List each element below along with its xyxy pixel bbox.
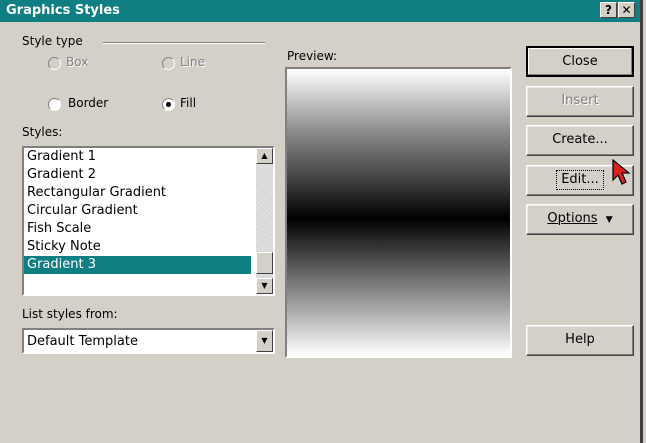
combo-arrow-icon[interactable]: ▼ [256,330,273,352]
help-button[interactable]: Help [526,325,634,356]
styles-label: Styles: [22,125,63,139]
list-item[interactable]: Rectangular Gradient [24,184,251,202]
radio-box-circle[interactable] [48,57,61,70]
close-button[interactable]: Close [526,46,634,77]
list-item[interactable]: Sticky Note [24,238,251,256]
close-title-button[interactable]: ✕ [618,2,635,18]
list-styles-from-label: List styles from: [22,307,118,321]
scroll-up-icon[interactable]: ▲ [256,148,273,164]
mouse-cursor-icon [612,158,631,185]
scroll-down-icon[interactable]: ▼ [256,278,273,294]
title-bar[interactable]: Graphics Styles ? ✕ [0,0,640,22]
preview-label: Preview: [287,49,338,63]
radio-fill-label: Fill [180,96,197,110]
styles-scrollbar[interactable]: ▲ ▼ [256,148,273,294]
list-styles-from-select[interactable]: Default Template ▼ [22,328,275,354]
options-button-label: Options [547,211,598,226]
list-item[interactable]: Gradient 1 [24,148,251,166]
edit-button-label: Edit... [556,170,604,190]
options-button[interactable]: Options ▼ [526,204,634,235]
window-title: Graphics Styles [6,3,120,18]
radio-fill-dot [166,102,171,107]
help-title-button[interactable]: ? [600,2,617,18]
list-item-selected[interactable]: Gradient 3 [24,256,251,274]
list-item[interactable]: Gradient 2 [24,166,251,184]
style-type-label: Style type [22,34,83,48]
radio-border-label: Border [68,96,109,110]
radio-box-label: Box [66,55,89,69]
create-button[interactable]: Create... [526,125,634,156]
styles-list: Gradient 1 Gradient 2 Rectangular Gradie… [24,148,251,274]
list-item[interactable]: Circular Gradient [24,202,251,220]
insert-button[interactable]: Insert [526,86,634,117]
list-item[interactable]: Fish Scale [24,220,251,238]
radio-border-circle[interactable] [48,98,61,111]
scroll-thumb[interactable] [256,252,273,274]
radio-line-circle[interactable] [162,57,175,70]
graphics-styles-dialog: Graphics Styles ? ✕ Style type Box Line … [0,0,643,443]
radio-fill-circle[interactable] [162,98,175,111]
styles-listbox[interactable]: Gradient 1 Gradient 2 Rectangular Gradie… [22,146,275,296]
list-styles-from-value: Default Template [27,334,138,349]
preview-pane [285,67,512,358]
radio-line-label: Line [180,55,206,69]
options-arrow-icon: ▼ [605,215,613,225]
style-type-divider [103,42,265,44]
